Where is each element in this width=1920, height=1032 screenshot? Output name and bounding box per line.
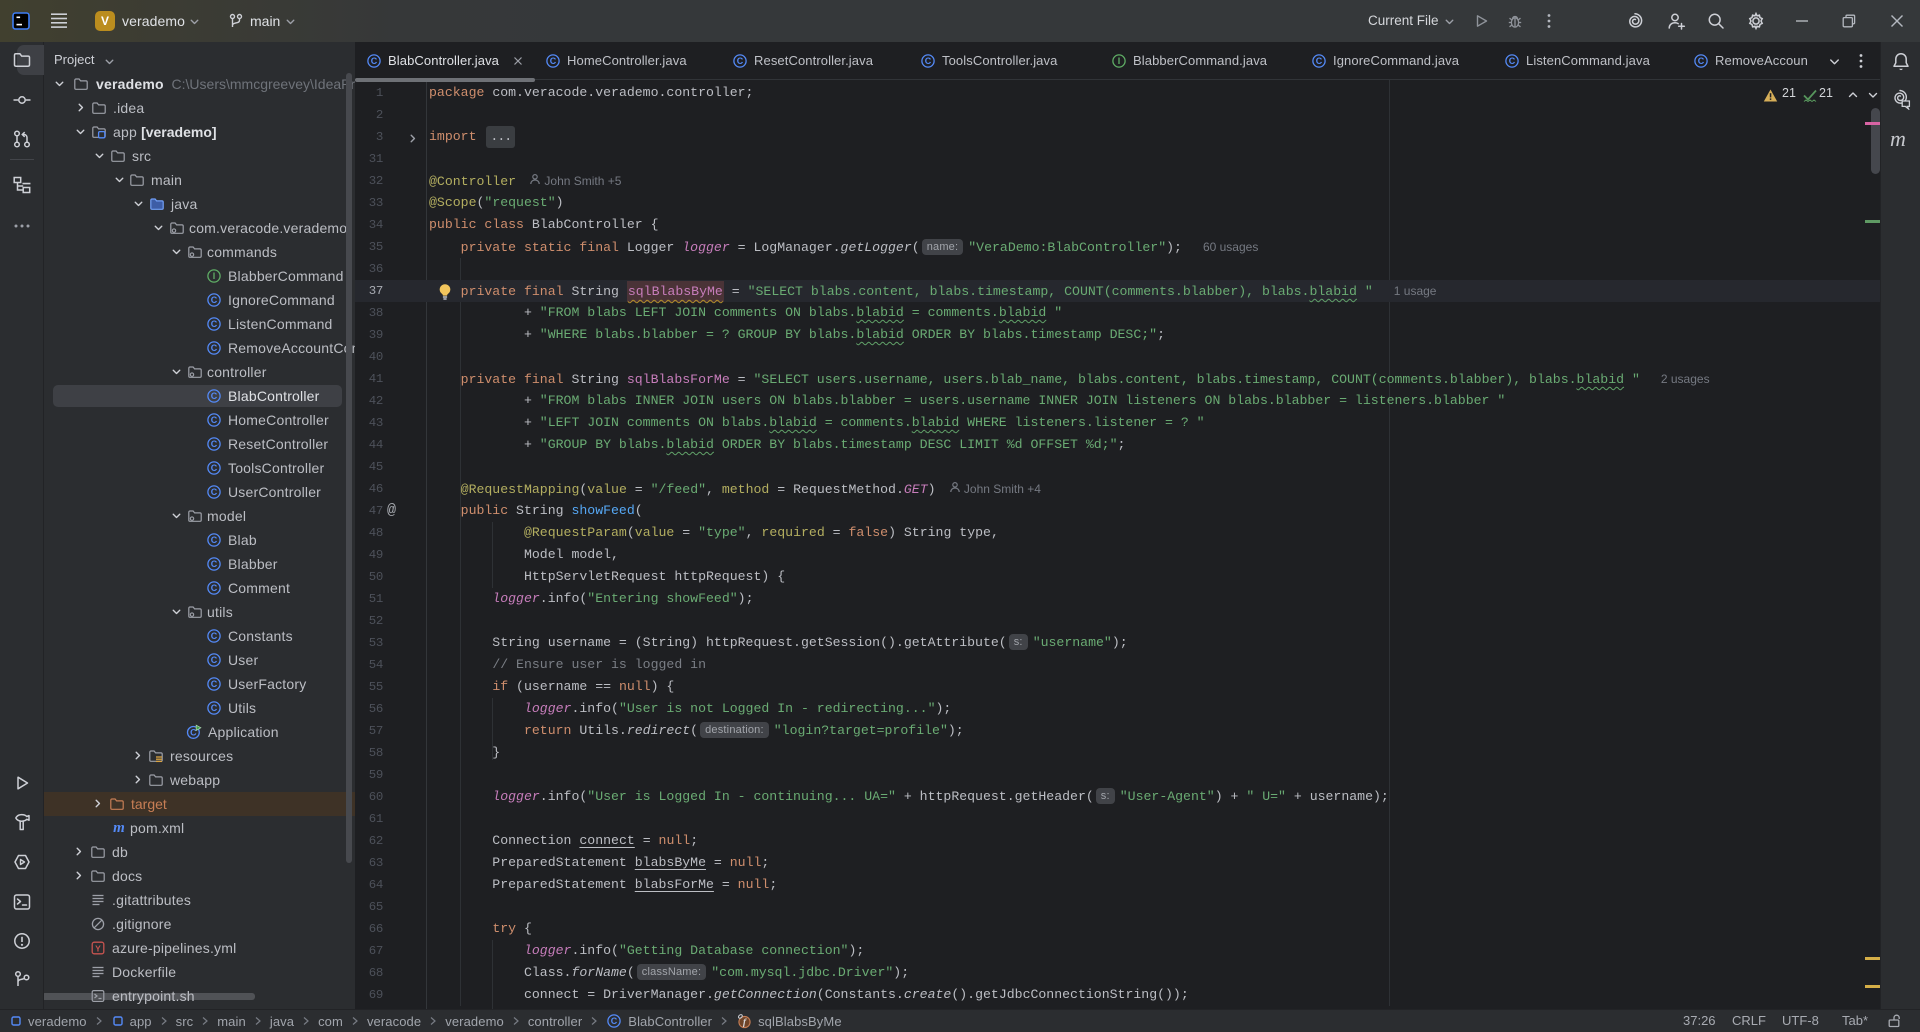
svg-text:C: C <box>211 559 218 569</box>
svg-text:C: C <box>737 56 744 66</box>
svg-text:I: I <box>1118 56 1121 66</box>
svg-text:Y: Y <box>95 943 101 953</box>
svg-text:C: C <box>211 583 218 593</box>
svg-text:C: C <box>211 463 218 473</box>
svg-text:C: C <box>1316 56 1323 66</box>
svg-text:C: C <box>211 703 218 713</box>
svg-text:C: C <box>211 487 218 497</box>
svg-text:C: C <box>211 439 218 449</box>
svg-text:C: C <box>550 56 557 66</box>
svg-text:C: C <box>211 631 218 641</box>
svg-text:C: C <box>925 56 932 66</box>
svg-text:C: C <box>211 415 218 425</box>
svg-text:C: C <box>211 295 218 305</box>
svg-text:C: C <box>211 535 218 545</box>
svg-text:C: C <box>211 655 218 665</box>
svg-text:I: I <box>213 271 216 281</box>
svg-text:C: C <box>611 1016 618 1026</box>
svg-text:C: C <box>211 391 218 401</box>
svg-text:C: C <box>211 679 218 689</box>
svg-text:C: C <box>371 56 378 66</box>
svg-text:C: C <box>211 319 218 329</box>
svg-text:C: C <box>1698 56 1705 66</box>
svg-text:C: C <box>1509 56 1516 66</box>
svg-text:C: C <box>211 343 218 353</box>
